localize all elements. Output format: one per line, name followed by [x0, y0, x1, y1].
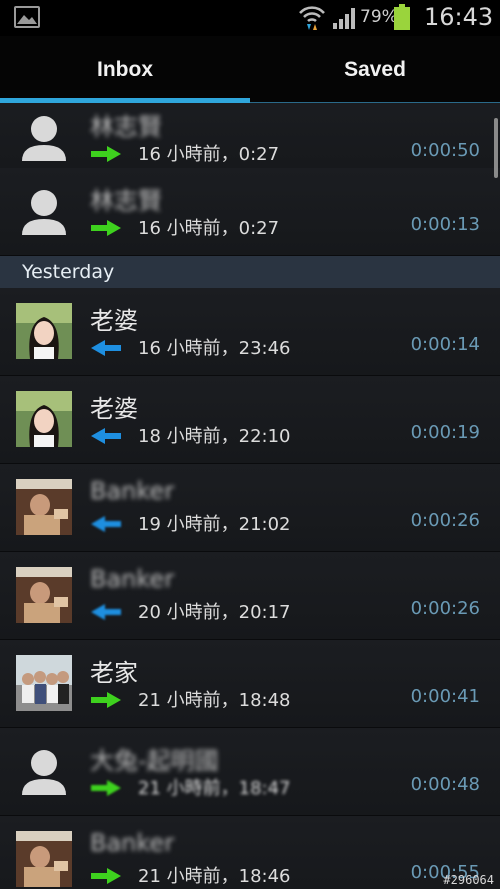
tab-saved[interactable]: Saved	[250, 36, 500, 103]
default-contact-icon	[22, 190, 66, 235]
status-bar: 79% 16:43	[0, 0, 500, 36]
call-row[interactable]: 老家 21 小時前，18:48 0:00:41	[0, 640, 500, 728]
contact-photo-woman	[16, 303, 72, 359]
call-duration: 0:00:26	[410, 598, 480, 619]
call-time: 21 小時前，18:47	[138, 778, 291, 799]
outgoing-call-icon	[91, 146, 121, 162]
call-log-list[interactable]: 林志賢 16 小時前，0:27 0:00:50 林志賢 16 小時前，0:27 …	[0, 103, 500, 889]
section-header-yesterday: Yesterday	[0, 256, 500, 288]
call-row[interactable]: Banker 20 小時前，20:17 0:00:26	[0, 552, 500, 640]
outgoing-call-icon	[91, 220, 121, 236]
call-duration: 0:00:13	[410, 214, 480, 235]
caller-name: 大兔-起明國	[90, 747, 219, 775]
contact-photo-woman	[16, 391, 72, 447]
outgoing-call-icon	[91, 692, 121, 708]
call-duration: 0:00:14	[410, 334, 480, 355]
contact-photo-man	[16, 567, 72, 623]
tab-inbox[interactable]: Inbox	[0, 36, 250, 103]
outgoing-call-icon	[91, 868, 121, 884]
battery-icon	[394, 4, 410, 30]
caller-name: Banker	[90, 829, 175, 857]
call-time: 18 小時前，22:10	[138, 426, 291, 447]
contact-photo-man	[16, 479, 72, 535]
call-row[interactable]: 林志賢 16 小時前，0:27 0:00:13	[0, 168, 500, 256]
default-contact-icon	[22, 750, 66, 795]
tab-bar: Inbox Saved	[0, 36, 500, 103]
call-time: 16 小時前，0:27	[138, 218, 280, 239]
caller-name: Banker	[90, 477, 175, 505]
caller-name: Banker	[90, 565, 175, 593]
call-time: 21 小時前，18:48	[138, 690, 291, 711]
caller-name: 林志賢	[90, 187, 162, 215]
incoming-call-icon	[91, 340, 121, 356]
watermark: #296064	[443, 873, 494, 887]
incoming-call-icon	[91, 604, 121, 620]
default-contact-icon	[22, 116, 66, 161]
call-time: 21 小時前，18:46	[138, 866, 291, 887]
contact-photo-man	[16, 831, 72, 887]
call-time: 19 小時前，21:02	[138, 514, 291, 535]
call-row[interactable]: Banker 21 小時前，18:46 0:00:55	[0, 816, 500, 889]
caller-name: 老婆	[90, 395, 138, 423]
incoming-call-icon	[91, 428, 121, 444]
call-row[interactable]: 老婆 16 小時前，23:46 0:00:14	[0, 288, 500, 376]
caller-name: 老婆	[90, 307, 138, 335]
call-duration: 0:00:48	[410, 774, 480, 795]
call-duration: 0:00:41	[410, 686, 480, 707]
scrollbar-thumb[interactable]	[494, 118, 498, 178]
contact-photo-family	[16, 655, 72, 711]
call-time: 16 小時前，23:46	[138, 338, 291, 359]
wifi-icon	[299, 6, 325, 30]
call-duration: 0:00:19	[410, 422, 480, 443]
caller-name: 林志賢	[90, 113, 162, 141]
caller-name: 老家	[90, 659, 138, 687]
signal-icon	[333, 8, 355, 29]
clock: 16:43	[424, 3, 494, 31]
call-row[interactable]: 大兔-起明國 21 小時前，18:47 0:00:48	[0, 728, 500, 816]
call-row[interactable]: Banker 19 小時前，21:02 0:00:26	[0, 464, 500, 552]
incoming-call-icon	[91, 516, 121, 532]
call-time: 20 小時前，20:17	[138, 602, 291, 623]
gallery-icon	[14, 6, 40, 28]
battery-percent: 79%	[360, 7, 398, 27]
call-row[interactable]: 老婆 18 小時前，22:10 0:00:19	[0, 376, 500, 464]
call-time: 16 小時前，0:27	[138, 144, 280, 165]
outgoing-call-icon	[91, 780, 121, 796]
call-duration: 0:00:26	[410, 510, 480, 531]
call-duration: 0:00:50	[410, 140, 480, 161]
